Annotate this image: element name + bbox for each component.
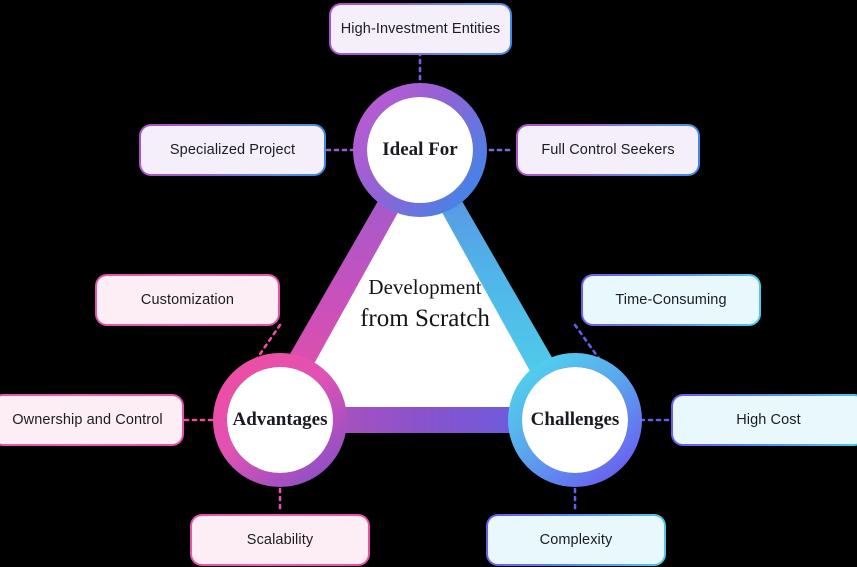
node-ideal-for[interactable] [353, 83, 487, 217]
label-text-scalability: Scalability [192, 516, 368, 564]
node-face-challenges [522, 367, 628, 473]
label-text-high-cost: High Cost [673, 396, 857, 444]
diagram-canvas: Ideal For Advantages Challenges Developm… [0, 0, 857, 567]
label-box-complexity[interactable]: Complexity [486, 514, 666, 566]
label-box-high-investment-entities[interactable]: High-Investment Entities [329, 3, 512, 55]
label-box-specialized-project[interactable]: Specialized Project [139, 124, 326, 176]
label-text-specialized-project: Specialized Project [141, 126, 324, 174]
label-box-high-cost[interactable]: High Cost [671, 394, 857, 446]
node-face-advantages [227, 367, 333, 473]
label-box-scalability[interactable]: Scalability [190, 514, 370, 566]
label-text-complexity: Complexity [488, 516, 664, 564]
label-text-customization: Customization [97, 276, 278, 324]
label-text-full-control-seekers: Full Control Seekers [518, 126, 698, 174]
label-box-time-consuming[interactable]: Time-Consuming [581, 274, 761, 326]
label-text-ownership-and-control: Ownership and Control [0, 396, 182, 444]
label-box-customization[interactable]: Customization [95, 274, 280, 326]
label-text-time-consuming: Time-Consuming [583, 276, 759, 324]
label-box-full-control-seekers[interactable]: Full Control Seekers [516, 124, 700, 176]
node-challenges[interactable] [508, 353, 642, 487]
node-face-ideal-for [367, 97, 473, 203]
label-box-ownership-and-control[interactable]: Ownership and Control [0, 394, 184, 446]
node-advantages[interactable] [213, 353, 347, 487]
label-text-high-investment-entities: High-Investment Entities [331, 5, 510, 53]
